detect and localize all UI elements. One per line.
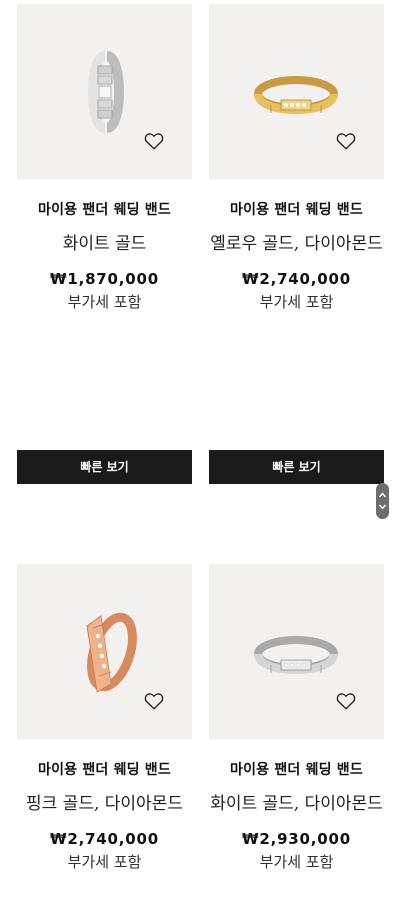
product-price: ₩1,870,000	[49, 270, 159, 288]
product-image[interactable]	[209, 4, 384, 179]
product-price: ₩2,930,000	[241, 830, 351, 848]
product-material: 화이트 골드, 다이아몬드	[210, 794, 383, 814]
product-name[interactable]: 마이용 팬더 웨딩 밴드	[209, 201, 384, 219]
product-name[interactable]: 마이용 팬더 웨딩 밴드	[17, 761, 192, 779]
product-material: 옐로우 골드, 다이아몬드	[210, 234, 383, 254]
scroll-control[interactable]	[376, 483, 389, 519]
wishlist-heart-icon[interactable]	[143, 130, 165, 152]
product-image[interactable]	[17, 4, 192, 179]
product-material: 화이트 골드	[62, 234, 147, 254]
product-image[interactable]	[17, 564, 192, 739]
product-card[interactable]: 마이용 팬더 웨딩 밴드 핑크 골드, 다이아몬드 ₩2,740,000 부가세…	[17, 564, 192, 872]
product-material: 핑크 골드, 다이아몬드	[26, 794, 183, 814]
product-name[interactable]: 마이용 팬더 웨딩 밴드	[209, 761, 384, 779]
ring-image	[254, 76, 338, 115]
ring-image	[86, 612, 137, 693]
product-card[interactable]: 마이용 팬더 웨딩 밴드 옐로우 골드, 다이아몬드 ₩2,740,000 부가…	[209, 4, 384, 312]
wishlist-heart-icon[interactable]	[143, 690, 165, 712]
vat-note: 부가세 포함	[259, 853, 334, 871]
chevron-up-icon[interactable]	[378, 492, 387, 498]
vat-note: 부가세 포함	[67, 853, 142, 871]
wishlist-heart-icon[interactable]	[335, 690, 357, 712]
wishlist-heart-icon[interactable]	[335, 130, 357, 152]
product-card[interactable]: 마이용 팬더 웨딩 밴드 화이트 골드 ₩1,870,000 부가세 포함	[17, 4, 192, 312]
vat-note: 부가세 포함	[67, 293, 142, 311]
product-price: ₩2,740,000	[241, 270, 351, 288]
product-card[interactable]: 마이용 팬더 웨딩 밴드 화이트 골드, 다이아몬드 ₩2,930,000 부가…	[209, 564, 384, 872]
quick-view-button[interactable]: 빠른 보기	[17, 450, 192, 484]
ring-image	[254, 636, 338, 675]
vat-note: 부가세 포함	[259, 293, 334, 311]
product-image[interactable]	[209, 564, 384, 739]
quick-view-button[interactable]: 빠른 보기	[209, 450, 384, 484]
chevron-down-icon[interactable]	[378, 504, 387, 510]
ring-image	[87, 51, 125, 133]
product-price: ₩2,740,000	[49, 830, 159, 848]
product-name[interactable]: 마이용 팬더 웨딩 밴드	[17, 201, 192, 219]
